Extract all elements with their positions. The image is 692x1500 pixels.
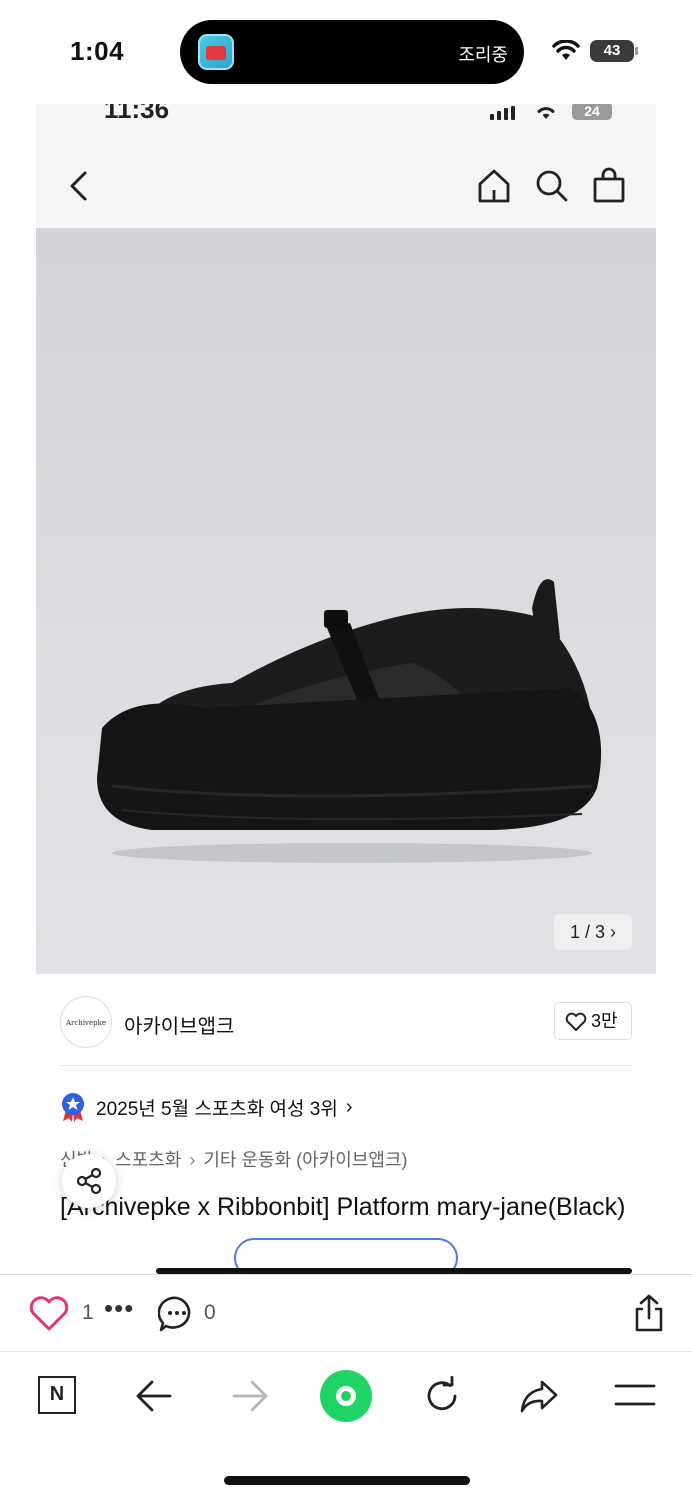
breadcrumb-item[interactable]: 스포츠화 [115,1150,181,1170]
shared-screenshot: 11:36 24 1 / 3 › Archivepke 아카이브앱크 3만 20… [36,104,656,1274]
breadcrumb-separator: › [189,1150,196,1170]
naver-home-button[interactable]: N [38,1376,76,1414]
back-arrow-icon[interactable] [134,1378,174,1414]
forward-share-icon[interactable] [518,1378,560,1414]
shop-header [36,128,656,228]
back-icon[interactable] [68,170,90,202]
home-icon[interactable] [476,168,512,204]
dynamic-island[interactable]: 조리중 [180,20,524,84]
heart-icon[interactable] [28,1295,70,1333]
wifi-icon [552,40,580,60]
inner-status-bar: 11:36 24 [36,104,656,128]
status-bar: 1:04 조리중 43 [0,0,692,100]
product-title: [Archivepke x Ribbonbit] Platform mary-j… [60,1193,626,1221]
seller-logo: Archivepke [60,996,112,1048]
search-icon[interactable] [534,168,570,204]
battery-icon: 43 [590,40,634,62]
inner-battery-icon: 24 [572,104,612,120]
comment-icon[interactable] [158,1295,196,1333]
seller-name[interactable]: 아카이브앱크 [124,1010,234,1039]
platform-sneaker-image [97,579,602,863]
live-activity-label: 조리중 [458,45,508,65]
chevron-right-icon: › [345,1095,353,1118]
brand-like-count: 3만 [591,1011,618,1031]
clock: 1:04 [70,36,125,66]
more-icon[interactable]: ••• [104,1293,134,1324]
medal-icon [62,1093,84,1122]
brand-like-button[interactable]: 3만 [554,1002,632,1040]
shopping-bag-icon[interactable] [592,166,626,204]
ranking-badge-row[interactable]: 2025년 5월 스포츠화 여성 3위 › [60,1092,353,1122]
heart-outline-icon [565,1012,587,1031]
forward-arrow-icon[interactable] [230,1378,270,1414]
share-icon[interactable] [632,1293,666,1333]
product-image[interactable]: 1 / 3 › [36,228,656,974]
comment-count: 0 [204,1301,216,1324]
inner-wifi-icon [537,107,555,119]
ranking-text: 2025년 5월 스포츠화 여성 3위 [96,1098,338,1120]
image-pager[interactable]: 1 / 3 › [554,914,632,950]
breadcrumb-item[interactable]: 기타 운동화 (아카이브앱크) [203,1150,407,1170]
share-floating-button[interactable] [62,1154,116,1208]
seller-row[interactable]: Archivepke 아카이브앱크 3만 [60,976,632,1066]
home-indicator[interactable] [224,1476,470,1485]
signal-icon [490,106,515,120]
like-count: 1 [82,1301,94,1324]
menu-icon[interactable] [614,1382,656,1408]
battery-tip [635,47,638,55]
reload-icon[interactable] [422,1376,462,1416]
inner-clock: 11:36 [104,104,170,124]
cooking-app-icon [198,34,234,70]
green-dot-button[interactable] [320,1370,372,1422]
post-action-bar: 1 ••• 0 [0,1274,692,1352]
share-nodes-icon [76,1167,102,1195]
